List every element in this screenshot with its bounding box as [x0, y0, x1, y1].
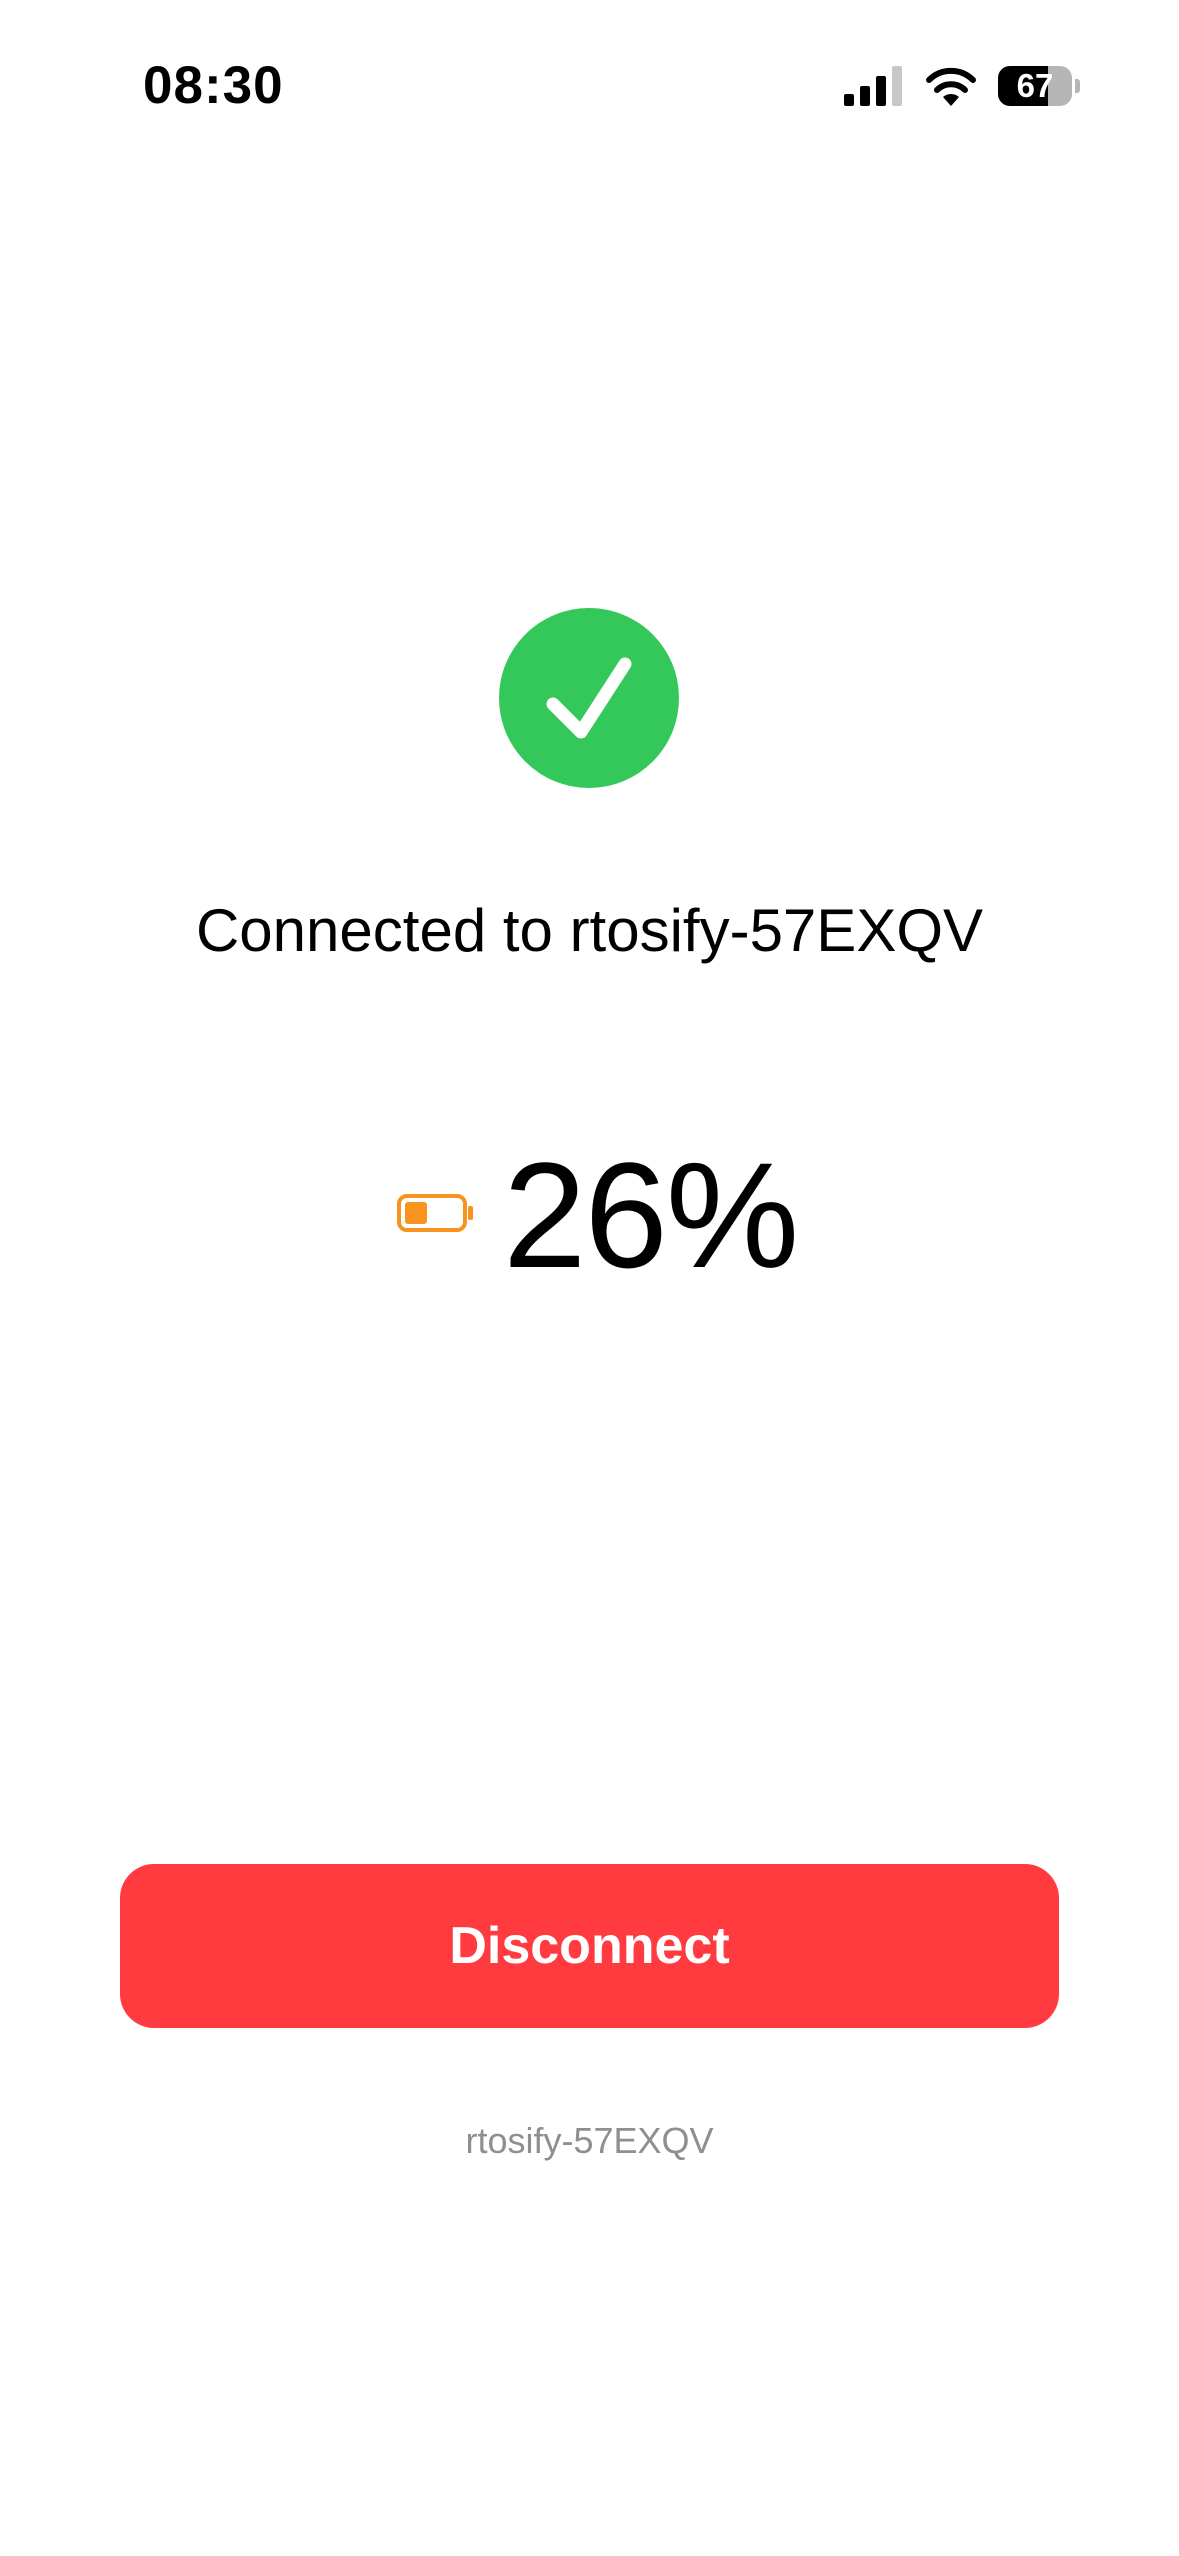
signal-icon [844, 66, 902, 106]
battery-low-icon [397, 1194, 473, 1232]
checkmark-circle-icon [499, 608, 679, 788]
status-time: 08:30 [143, 56, 284, 115]
battery-percentage: 26% [503, 1131, 799, 1299]
battery-body: 67 [998, 66, 1072, 106]
device-name: rtosify-57EXQV [465, 2120, 714, 2161]
status-bar: 08:30 67 [0, 0, 1179, 175]
device-battery: 26% [0, 1130, 1179, 1300]
battery-level-text: 67 [1016, 67, 1054, 104]
wifi-icon [926, 67, 976, 106]
connection-title: Connected to rtosify-57EXQV [195, 897, 984, 964]
disconnect-button[interactable]: Disconnect [120, 1864, 1059, 2028]
battery-icon: 67 [998, 66, 1080, 106]
battery-cap [1075, 79, 1080, 93]
